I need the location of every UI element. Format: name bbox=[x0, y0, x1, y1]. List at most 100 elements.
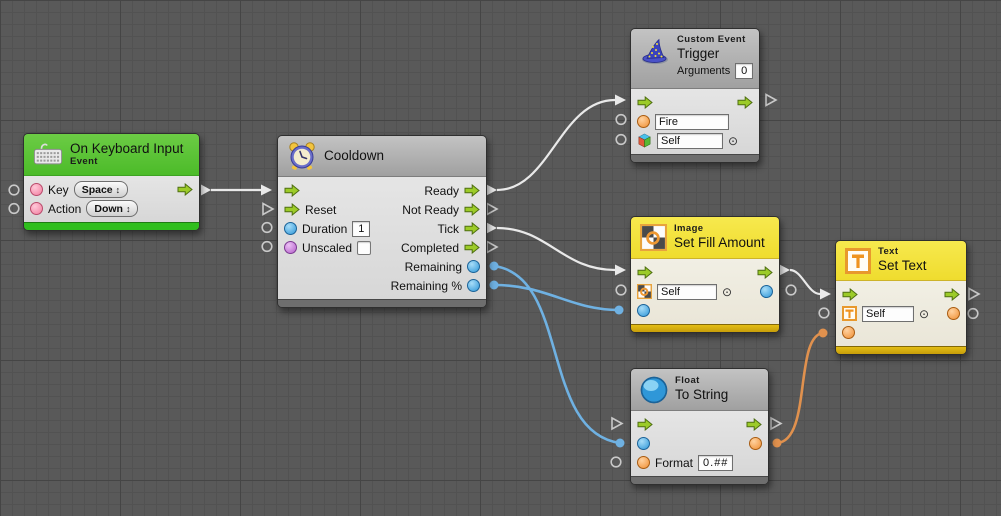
wire-remaining-to-tostring[interactable] bbox=[490, 262, 625, 448]
node-category: Image bbox=[674, 224, 765, 235]
node-category: Float bbox=[675, 376, 728, 387]
node-footer bbox=[631, 324, 779, 332]
flow-input-port[interactable] bbox=[637, 96, 653, 109]
node-set-fill-amount[interactable]: Image Set Fill Amount Self bbox=[630, 216, 780, 333]
wire-tostring-to-settext[interactable] bbox=[773, 329, 828, 448]
node-header[interactable]: Custom Event Trigger Arguments 0 bbox=[631, 29, 759, 89]
key-port[interactable] bbox=[30, 183, 43, 196]
event-name-input[interactable]: Fire bbox=[655, 114, 729, 130]
flow-input-port[interactable] bbox=[842, 288, 858, 301]
action-dropdown[interactable]: Down↕ bbox=[86, 200, 138, 217]
flow-output-port[interactable] bbox=[757, 266, 773, 279]
format-input[interactable]: 0.## bbox=[698, 455, 733, 471]
node-title: Cooldown bbox=[324, 148, 384, 164]
remaining-output-port[interactable] bbox=[467, 260, 480, 273]
graph-canvas[interactable]: On Keyboard Input Event Key Space↕ Actio… bbox=[0, 0, 1001, 516]
wire-setfill-to-settext[interactable] bbox=[780, 265, 832, 300]
wizard-hat-icon bbox=[640, 38, 670, 65]
node-footer bbox=[278, 299, 486, 307]
text-type-port-icon[interactable] bbox=[842, 306, 857, 321]
wire-tick-to-setfill[interactable] bbox=[487, 223, 627, 276]
node-on-keyboard-input[interactable]: On Keyboard Input Event Key Space↕ Actio… bbox=[23, 133, 200, 231]
result-output-port[interactable] bbox=[947, 307, 960, 320]
target-input[interactable]: Self bbox=[657, 133, 723, 149]
alarm-clock-icon bbox=[287, 141, 317, 171]
tick-label: Tick bbox=[437, 222, 459, 236]
node-set-text[interactable]: Text Set Text Self ⊙ bbox=[835, 240, 967, 355]
arguments-input[interactable]: 0 bbox=[735, 63, 753, 79]
node-category: Text bbox=[878, 247, 927, 258]
remaining-pct-output-port[interactable] bbox=[467, 279, 480, 292]
target-input[interactable]: Self bbox=[862, 306, 914, 322]
flow-output-port[interactable] bbox=[737, 96, 753, 109]
action-port[interactable] bbox=[30, 202, 43, 215]
remaining-label: Remaining bbox=[405, 260, 462, 274]
node-to-string[interactable]: Float To String Format 0.## bbox=[630, 368, 769, 485]
node-header[interactable]: Cooldown bbox=[278, 136, 486, 177]
reset-input-port[interactable] bbox=[284, 203, 300, 216]
unscaled-label: Unscaled bbox=[302, 241, 352, 255]
target-input[interactable]: Self bbox=[657, 284, 717, 300]
arguments-label: Arguments bbox=[677, 65, 730, 78]
image-component-icon bbox=[640, 224, 667, 251]
flow-input-port[interactable] bbox=[284, 184, 300, 197]
node-title: To String bbox=[675, 387, 728, 403]
unscaled-checkbox[interactable] bbox=[357, 241, 371, 255]
node-category: Event bbox=[70, 157, 183, 168]
unscaled-port[interactable] bbox=[284, 241, 297, 254]
not-ready-label: Not Ready bbox=[402, 203, 459, 217]
object-picker-icon[interactable]: ⊙ bbox=[919, 308, 929, 320]
node-cooldown[interactable]: Cooldown Ready Reset Not Ready Duration … bbox=[277, 135, 487, 308]
gameobject-cube-icon[interactable] bbox=[637, 133, 652, 148]
wire-keyboard-to-cooldown[interactable] bbox=[201, 185, 272, 196]
ready-output-port[interactable] bbox=[464, 184, 480, 197]
wire-remainingpct-to-setfill[interactable] bbox=[490, 281, 624, 315]
node-footer bbox=[24, 222, 199, 230]
not-ready-output-port[interactable] bbox=[464, 203, 480, 216]
node-header[interactable]: Float To String bbox=[631, 369, 768, 411]
duration-input[interactable]: 1 bbox=[352, 221, 370, 237]
format-port[interactable] bbox=[637, 456, 650, 469]
node-title: Set Fill Amount bbox=[674, 235, 765, 251]
node-title: Trigger bbox=[677, 46, 753, 62]
tick-output-port[interactable] bbox=[464, 222, 480, 235]
event-name-port[interactable] bbox=[637, 115, 650, 128]
flow-output-port[interactable] bbox=[944, 288, 960, 301]
float-input-port[interactable] bbox=[637, 437, 650, 450]
node-category: Custom Event bbox=[677, 35, 753, 46]
image-type-port-icon[interactable] bbox=[637, 284, 652, 299]
object-picker-icon[interactable]: ⊙ bbox=[722, 286, 732, 298]
node-footer bbox=[631, 154, 759, 162]
node-footer bbox=[631, 476, 768, 484]
duration-port[interactable] bbox=[284, 222, 297, 235]
ready-label: Ready bbox=[424, 184, 459, 198]
wire-ready-to-trigger[interactable] bbox=[487, 95, 627, 196]
duration-label: Duration bbox=[302, 222, 347, 236]
float-type-icon bbox=[640, 376, 668, 404]
key-dropdown[interactable]: Space↕ bbox=[74, 181, 128, 198]
text-component-icon bbox=[845, 248, 871, 274]
keyboard-icon bbox=[33, 142, 63, 167]
action-label: Action bbox=[48, 202, 81, 216]
node-title: On Keyboard Input bbox=[70, 141, 183, 157]
reset-label: Reset bbox=[305, 203, 336, 217]
completed-output-port[interactable] bbox=[464, 241, 480, 254]
flow-input-port[interactable] bbox=[637, 266, 653, 279]
updown-arrow-icon: ↕ bbox=[126, 204, 131, 214]
object-picker-icon[interactable]: ⊙ bbox=[728, 135, 738, 147]
text-value-input-port[interactable] bbox=[842, 326, 855, 339]
node-header[interactable]: Image Set Fill Amount bbox=[631, 217, 779, 259]
result-output-port[interactable] bbox=[760, 285, 773, 298]
format-label: Format bbox=[655, 456, 693, 470]
completed-label: Completed bbox=[401, 241, 459, 255]
node-footer bbox=[836, 346, 966, 354]
node-trigger-custom-event[interactable]: Custom Event Trigger Arguments 0 Fire bbox=[630, 28, 760, 163]
flow-output-port[interactable] bbox=[177, 183, 193, 196]
flow-input-port[interactable] bbox=[637, 418, 653, 431]
node-header[interactable]: Text Set Text bbox=[836, 241, 966, 281]
remaining-pct-label: Remaining % bbox=[391, 279, 462, 293]
fill-amount-input-port[interactable] bbox=[637, 304, 650, 317]
string-output-port[interactable] bbox=[749, 437, 762, 450]
node-header[interactable]: On Keyboard Input Event bbox=[24, 134, 199, 176]
flow-output-port[interactable] bbox=[746, 418, 762, 431]
